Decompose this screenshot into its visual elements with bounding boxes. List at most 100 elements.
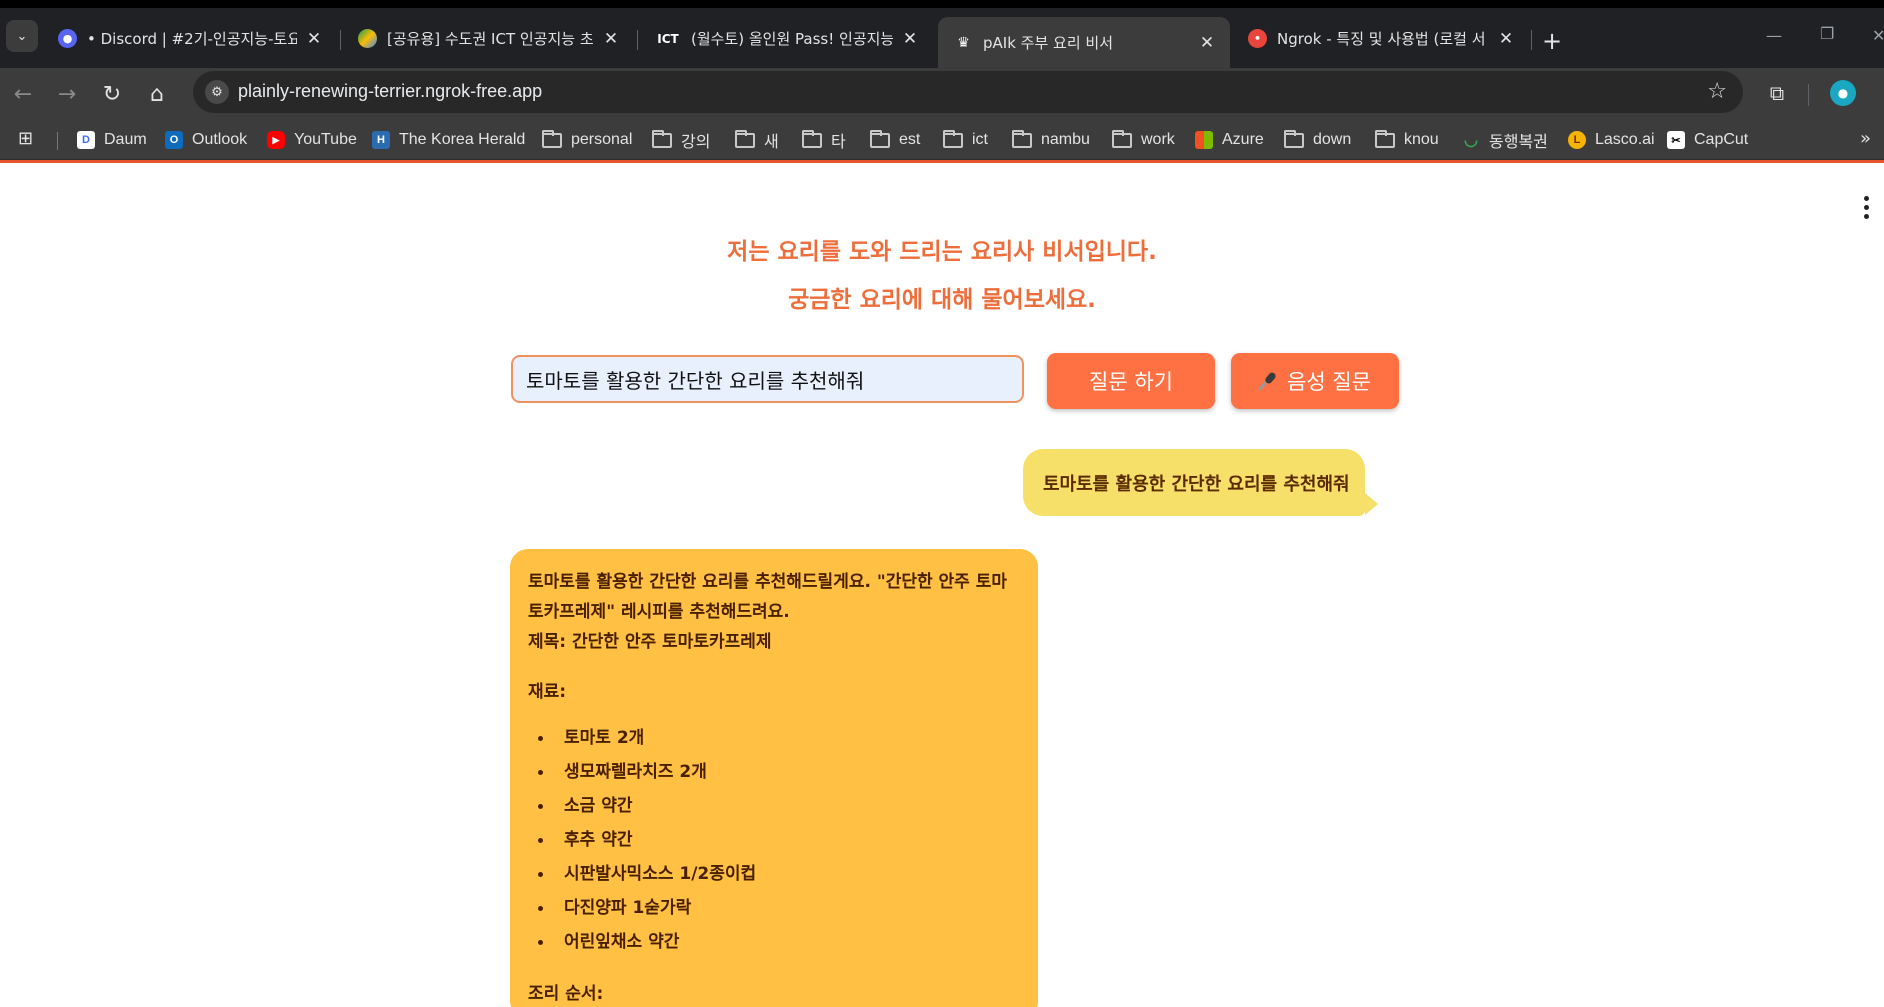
- ict-favicon-icon: ICT: [657, 31, 679, 46]
- site-info-icon[interactable]: ⚙: [205, 80, 229, 104]
- page-accent-line: [0, 160, 1884, 163]
- chevron-down-icon: ⌄: [16, 28, 28, 44]
- bookmark-outlook[interactable]: O Outlook: [165, 120, 247, 160]
- bookmark-folder-personal[interactable]: personal: [542, 120, 632, 160]
- ingredient-item: 다진양파 1숟가락: [532, 891, 1020, 925]
- tab-paik-cooking-assistant[interactable]: ♛ pAIk 주부 요리 비서 ✕: [938, 17, 1230, 68]
- arrow-right-icon: →: [57, 81, 77, 107]
- bookmark-star-icon[interactable]: ☆: [1707, 79, 1727, 104]
- azure-icon: [1195, 131, 1213, 149]
- bookmark-folder-new[interactable]: 새: [735, 120, 779, 160]
- ingredients-list: 토마토 2개 생모짜렐라치즈 2개 소금 약간 후추 약간 시판발사믹소스 1/…: [532, 721, 1020, 959]
- tab-ict-pass[interactable]: ICT (월수토) 올인원 Pass! 인공지능 ✕: [639, 17, 933, 60]
- bookmark-label: Outlook: [192, 131, 248, 148]
- korea-herald-icon: H: [372, 131, 390, 149]
- bookmark-folder-other[interactable]: 타: [802, 120, 846, 160]
- bookmark-label: nambu: [1041, 131, 1090, 148]
- folder-icon: [1284, 129, 1304, 148]
- bookmark-folder-lectures[interactable]: 강의: [652, 120, 710, 160]
- close-tab-icon[interactable]: ✕: [305, 29, 323, 49]
- folder-icon: [1112, 129, 1132, 148]
- bookmark-youtube[interactable]: ▶ YouTube: [267, 120, 357, 160]
- bookmark-lottery[interactable]: ◡ 동행복권: [1462, 120, 1548, 160]
- address-bar[interactable]: ⚙ plainly-renewing-terrier.ngrok-free.ap…: [193, 71, 1743, 113]
- voice-question-button[interactable]: 음성 질문: [1231, 353, 1399, 409]
- bookmark-label: down: [1313, 131, 1352, 148]
- apps-grid-icon[interactable]: ⊞: [18, 128, 33, 149]
- close-tab-icon[interactable]: ✕: [1497, 29, 1515, 49]
- minimize-button[interactable]: —: [1766, 26, 1782, 45]
- bookmark-folder-ict[interactable]: ict: [943, 120, 988, 160]
- reload-icon: ↻: [102, 81, 122, 107]
- bookmark-folder-knou[interactable]: knou: [1375, 120, 1439, 160]
- tab-title: (월수토) 올인원 Pass! 인공지능: [691, 30, 893, 48]
- bookmark-azure[interactable]: Azure: [1195, 120, 1264, 160]
- toolbar-divider: [1808, 84, 1809, 106]
- bookmark-korea-herald[interactable]: H The Korea Herald: [372, 120, 525, 160]
- user-message-bubble: 토마토를 활용한 간단한 요리를 추천해줘: [1023, 449, 1378, 516]
- home-icon: ⌂: [150, 81, 164, 107]
- bookmarks-divider: [57, 132, 58, 150]
- question-input[interactable]: [511, 355, 1024, 403]
- discord-favicon-icon: ●: [58, 29, 77, 48]
- bookmark-label: CapCut: [1694, 131, 1749, 148]
- web-page: 저는 요리를 도와 드리는 요리사 비서입니다. 궁금한 요리에 대해 물어보세…: [0, 160, 1884, 1007]
- tab-google-drive[interactable]: [공유용] 수도권 ICT 인공지능 초 ✕: [342, 17, 634, 60]
- bookmark-label: work: [1141, 131, 1175, 148]
- google-drive-favicon-icon: [358, 29, 377, 48]
- close-tab-icon[interactable]: ✕: [602, 29, 620, 49]
- bookmark-lasco[interactable]: L Lasco.ai: [1568, 120, 1655, 160]
- ingredient-item: 토마토 2개: [532, 721, 1020, 755]
- tab-divider: [1531, 30, 1532, 50]
- restore-button[interactable]: ❐: [1820, 24, 1834, 43]
- bookmarks-bar: ⊞ D Daum O Outlook ▶ YouTube H The Korea…: [0, 120, 1884, 160]
- more-bookmarks-icon[interactable]: »: [1860, 128, 1871, 149]
- bookmark-daum[interactable]: D Daum: [77, 120, 147, 160]
- ingredients-heading: 재료:: [528, 682, 567, 702]
- ngrok-favicon-icon: •: [1248, 29, 1267, 48]
- tab-divider: [637, 30, 638, 50]
- assistant-intro-text: 토마토를 활용한 간단한 요리를 추천해드릴게요. "간단한 안주 토마토카프레…: [528, 572, 1008, 622]
- forward-button[interactable]: →: [51, 78, 83, 110]
- close-tab-icon[interactable]: ✕: [1198, 33, 1216, 53]
- bookmark-label: 새: [764, 134, 779, 151]
- tab-title: Ngrok - 특징 및 사용법 (로컬 서: [1277, 30, 1486, 48]
- ingredient-item: 생모짜렐라치즈 2개: [532, 755, 1020, 789]
- close-tab-icon[interactable]: ✕: [901, 29, 919, 49]
- folder-icon: [870, 129, 890, 148]
- bookmark-capcut[interactable]: ✂ CapCut: [1667, 120, 1748, 160]
- intro-line-2: 궁금한 요리에 대해 물어보세요.: [788, 287, 1096, 313]
- daum-icon: D: [77, 131, 95, 149]
- more-options-icon[interactable]: [1864, 196, 1870, 219]
- bookmark-label: est: [899, 131, 921, 148]
- folder-icon: [542, 129, 562, 148]
- bookmark-label: 강의: [681, 134, 711, 151]
- back-button[interactable]: ←: [7, 78, 39, 110]
- bookmark-label: 동행복권: [1489, 134, 1548, 151]
- extensions-icon[interactable]: ⧉: [1762, 78, 1792, 108]
- new-tab-button[interactable]: +: [1537, 26, 1567, 56]
- close-window-button[interactable]: ✕: [1872, 26, 1884, 45]
- home-button[interactable]: ⌂: [141, 78, 173, 110]
- bookmark-label: personal: [571, 131, 633, 148]
- assistant-message-bubble: 토마토를 활용한 간단한 요리를 추천해드릴게요. "간단한 안주 토마토카프레…: [510, 549, 1038, 1007]
- crown-favicon-icon: ♛: [957, 34, 970, 51]
- tab-discord[interactable]: ● • Discord | #2기-인공지능-토요 ✕: [42, 17, 337, 60]
- ask-question-button[interactable]: 질문 하기: [1047, 353, 1215, 409]
- reload-button[interactable]: ↻: [96, 78, 128, 110]
- bookmark-folder-work[interactable]: work: [1112, 120, 1175, 160]
- bookmark-label: knou: [1404, 131, 1439, 148]
- arrow-left-icon: ←: [13, 81, 33, 107]
- folder-icon: [943, 129, 963, 148]
- bookmark-folder-nambu[interactable]: nambu: [1012, 120, 1090, 160]
- voice-question-label: 음성 질문: [1287, 370, 1371, 394]
- tab-title: • Discord | #2기-인공지능-토요: [87, 30, 297, 48]
- tab-ngrok[interactable]: • Ngrok - 특징 및 사용법 (로컬 서 ✕: [1232, 17, 1529, 60]
- tab-search-button[interactable]: ⌄: [6, 20, 38, 52]
- url-text[interactable]: plainly-renewing-terrier.ngrok-free.app: [238, 81, 542, 102]
- bookmark-folder-down[interactable]: down: [1284, 120, 1351, 160]
- profile-avatar[interactable]: ●: [1830, 80, 1856, 106]
- tab-divider: [340, 30, 341, 50]
- bookmark-folder-est[interactable]: est: [870, 120, 920, 160]
- lasco-icon: L: [1568, 131, 1586, 149]
